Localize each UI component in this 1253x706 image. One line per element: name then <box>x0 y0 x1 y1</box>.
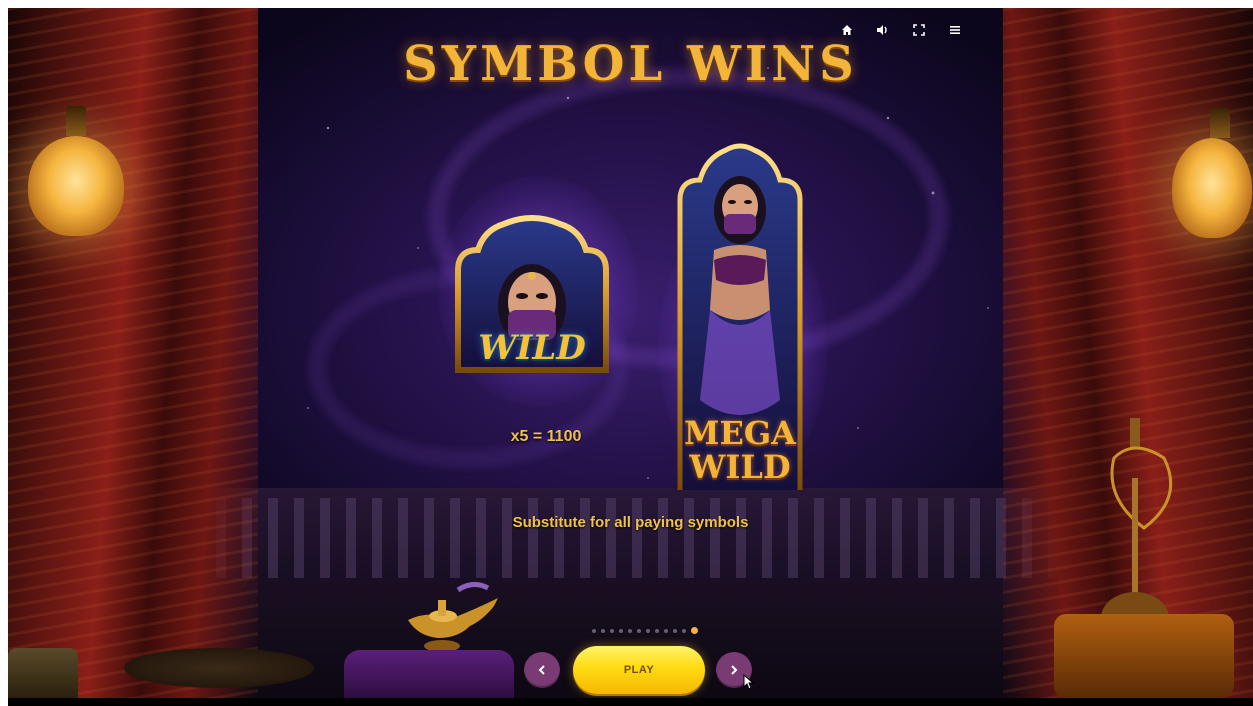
page-dot[interactable] <box>637 628 641 633</box>
cushion <box>344 650 514 698</box>
lantern-right <box>1172 108 1252 238</box>
footer-strip <box>8 698 1253 706</box>
chevron-left-icon <box>538 665 545 675</box>
page-title: SYMBOL WINS <box>403 36 858 92</box>
page-dot[interactable] <box>673 628 677 633</box>
page-dot[interactable] <box>655 628 659 633</box>
mega-wild-label-line2: WILD <box>689 448 791 486</box>
chevron-right-icon <box>731 665 738 675</box>
page-dot[interactable] <box>592 628 596 633</box>
left-curtain <box>8 8 258 698</box>
pagination-dots <box>592 627 698 634</box>
prev-button[interactable] <box>524 652 560 688</box>
page-dot[interactable] <box>601 628 605 633</box>
page-dot[interactable] <box>619 628 623 633</box>
page-dot[interactable] <box>610 628 614 633</box>
magic-lamp-icon <box>408 582 498 652</box>
page-dot[interactable] <box>628 628 632 633</box>
mouse-cursor-icon <box>743 674 755 690</box>
page-dot[interactable] <box>682 628 686 633</box>
pouf <box>1054 614 1234 698</box>
mega-wild-symbol: MEGA WILD <box>670 140 810 496</box>
table-left <box>124 648 314 688</box>
play-button[interactable]: PLAY <box>573 646 705 694</box>
mega-wild-label-line1: MEGA <box>684 414 796 452</box>
pot-left <box>8 648 78 698</box>
page-dot-active[interactable] <box>691 627 698 634</box>
lantern-left <box>28 106 124 236</box>
page-dot[interactable] <box>646 628 650 633</box>
wild-payout: x5 = 1100 <box>510 428 582 445</box>
wild-label: WILD <box>478 328 586 368</box>
wild-symbol: WILD <box>444 210 620 386</box>
symbol-description: Substitute for all paying symbols <box>512 514 749 531</box>
page-dot[interactable] <box>664 628 668 633</box>
game-screen: SYMBOL WINS WILD x5 = 1100 MEGA WILD Sub… <box>8 8 1253 698</box>
